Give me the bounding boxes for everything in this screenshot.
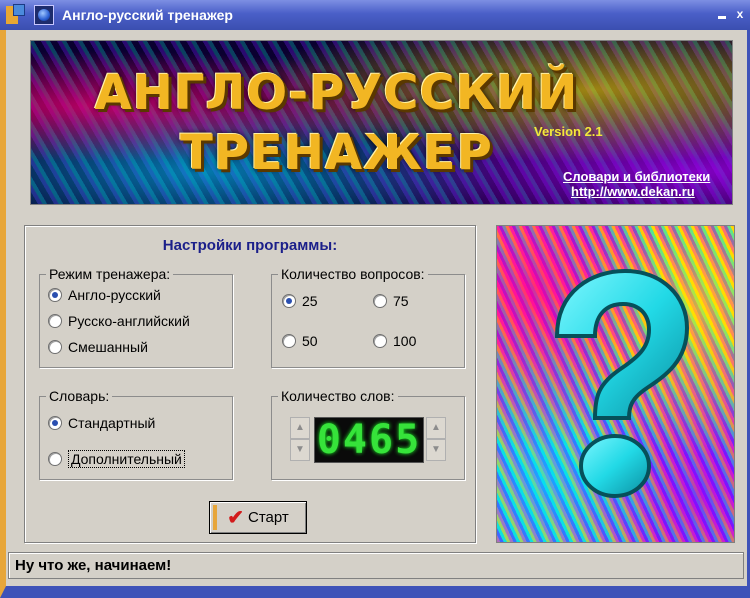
website-link[interactable]: http://www.dekan.ru <box>571 184 695 199</box>
word-count-legend: Количество слов: <box>278 388 398 404</box>
checkmark-icon: ✔ <box>227 506 244 529</box>
radio-button[interactable] <box>48 288 62 302</box>
dictionary-group: Словарь: Стандартный Дополнительный <box>39 388 233 480</box>
spin-up-button[interactable]: ▲ <box>290 417 310 439</box>
radio-label: 50 <box>302 333 318 349</box>
spin-down-button[interactable]: ▼ <box>426 439 446 461</box>
header-banner: АНГЛО-РУССКИЙ ТРЕНАЖЕР Version 2.1 Слова… <box>30 40 733 205</box>
radio-label: Смешанный <box>68 339 148 355</box>
dict-option-additional[interactable]: Дополнительный <box>48 450 185 468</box>
word-count-spinner-right[interactable]: ▲ ▼ <box>426 417 446 461</box>
radio-label: Русско-английский <box>68 313 190 329</box>
radio-button[interactable] <box>282 334 296 348</box>
count-option-25[interactable]: 25 <box>282 293 318 309</box>
radio-label: Англо-русский <box>68 287 161 303</box>
radio-label: 25 <box>302 293 318 309</box>
radio-label: 100 <box>393 333 417 349</box>
dictionary-legend: Словарь: <box>46 388 113 404</box>
settings-panel: Настройки программы: Режим тренажера: Ан… <box>24 225 476 543</box>
question-mark-picture <box>496 225 735 543</box>
title-bar[interactable]: Англо-русский тренажер x <box>0 0 750 30</box>
status-text: Ну что же, начинаем! <box>15 557 172 574</box>
radio-button[interactable] <box>48 340 62 354</box>
close-icon: x <box>736 7 744 21</box>
version-label: Version 2.1 <box>534 124 603 139</box>
mode-option-en-ru[interactable]: Англо-русский <box>48 287 161 303</box>
radio-button[interactable] <box>48 314 62 328</box>
start-button[interactable]: ✔ Старт <box>209 501 307 534</box>
status-bar: Ну что же, начинаем! <box>8 552 744 579</box>
radio-button[interactable] <box>282 294 296 308</box>
radio-label: 75 <box>393 293 409 309</box>
dictionaries-link[interactable]: Словари и библиотеки <box>563 169 710 184</box>
word-count-spinner-left[interactable]: ▲ ▼ <box>290 417 310 461</box>
count-option-50[interactable]: 50 <box>282 333 318 349</box>
count-option-100[interactable]: 100 <box>373 333 416 349</box>
settings-title: Настройки программы: <box>162 237 338 254</box>
window-logo-icon <box>6 4 28 26</box>
radio-label: Дополнительный <box>68 450 185 468</box>
question-count-group: Количество вопросов: 25 75 50 100 <box>271 266 465 368</box>
spin-down-button[interactable]: ▼ <box>290 439 310 461</box>
word-count-display: 0465 <box>314 417 424 463</box>
spin-up-button[interactable]: ▲ <box>426 417 446 439</box>
mode-option-mixed[interactable]: Смешанный <box>48 339 148 355</box>
radio-button[interactable] <box>373 294 387 308</box>
radio-label: Стандартный <box>68 415 156 431</box>
word-count-group: Количество слов: ▲ ▼ 0465 ▲ ▼ <box>271 388 465 480</box>
question-count-legend: Количество вопросов: <box>278 266 428 282</box>
question-mark-icon <box>554 268 690 498</box>
dict-option-standard[interactable]: Стандартный <box>48 415 155 431</box>
window-title: Англо-русский тренажер <box>62 7 233 23</box>
trainer-mode-group: Режим тренажера: Англо-русский Русско-ан… <box>39 266 233 368</box>
banner-title-line1: АНГЛО-РУССКИЙ <box>94 65 579 121</box>
count-option-75[interactable]: 75 <box>373 293 409 309</box>
close-button[interactable]: x <box>733 7 747 21</box>
minimize-button[interactable] <box>717 8 727 20</box>
radio-button[interactable] <box>48 416 62 430</box>
radio-button[interactable] <box>373 334 387 348</box>
button-accent <box>213 505 217 530</box>
mode-option-ru-en[interactable]: Русско-английский <box>48 313 190 329</box>
start-button-label: Старт <box>248 509 289 526</box>
trainer-mode-legend: Режим тренажера: <box>46 266 174 282</box>
app-globe-icon[interactable] <box>34 5 54 25</box>
radio-button[interactable] <box>48 452 62 466</box>
app-window: Англо-русский тренажер x АНГЛО-РУССКИЙ Т… <box>0 0 750 598</box>
